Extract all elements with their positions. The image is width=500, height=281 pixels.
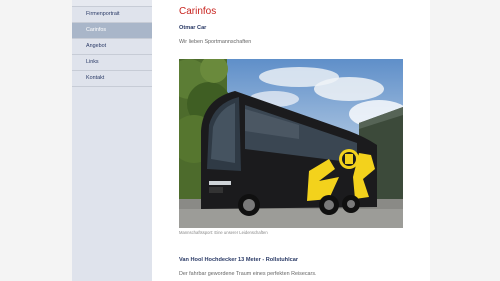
sidebar: Firmenportrait Carinfos Angebot Links Ko… (72, 0, 152, 281)
bus-photo-image (179, 59, 403, 228)
lead-text: Wir lieben Sportmannschaften (179, 39, 252, 45)
main-content: Carinfos Otmar Car Wir lieben Sportmanns… (152, 0, 430, 281)
section-text: Der fahrbar gewordene Traum eines perfek… (179, 271, 317, 277)
page-title: Carinfos (179, 6, 217, 17)
photo-caption: Mannschaftssport: Eine unserer Leidensch… (179, 230, 268, 235)
nav-item-angebot[interactable]: Angebot (72, 39, 152, 55)
nav-item-kontakt[interactable]: Kontakt (72, 71, 152, 87)
company-subheading: Otmar Car (179, 25, 207, 31)
nav-item-carinfos[interactable]: Carinfos (72, 23, 152, 39)
main-nav: Firmenportrait Carinfos Angebot Links Ko… (72, 0, 152, 87)
section-title: Van Hool Hochdecker 13 Meter - Rollstuhl… (179, 257, 299, 263)
nav-top-divider (72, 0, 152, 7)
nav-item-firmenportrait[interactable]: Firmenportrait (72, 7, 152, 23)
bus-photo (179, 59, 403, 228)
nav-item-links[interactable]: Links (72, 55, 152, 71)
